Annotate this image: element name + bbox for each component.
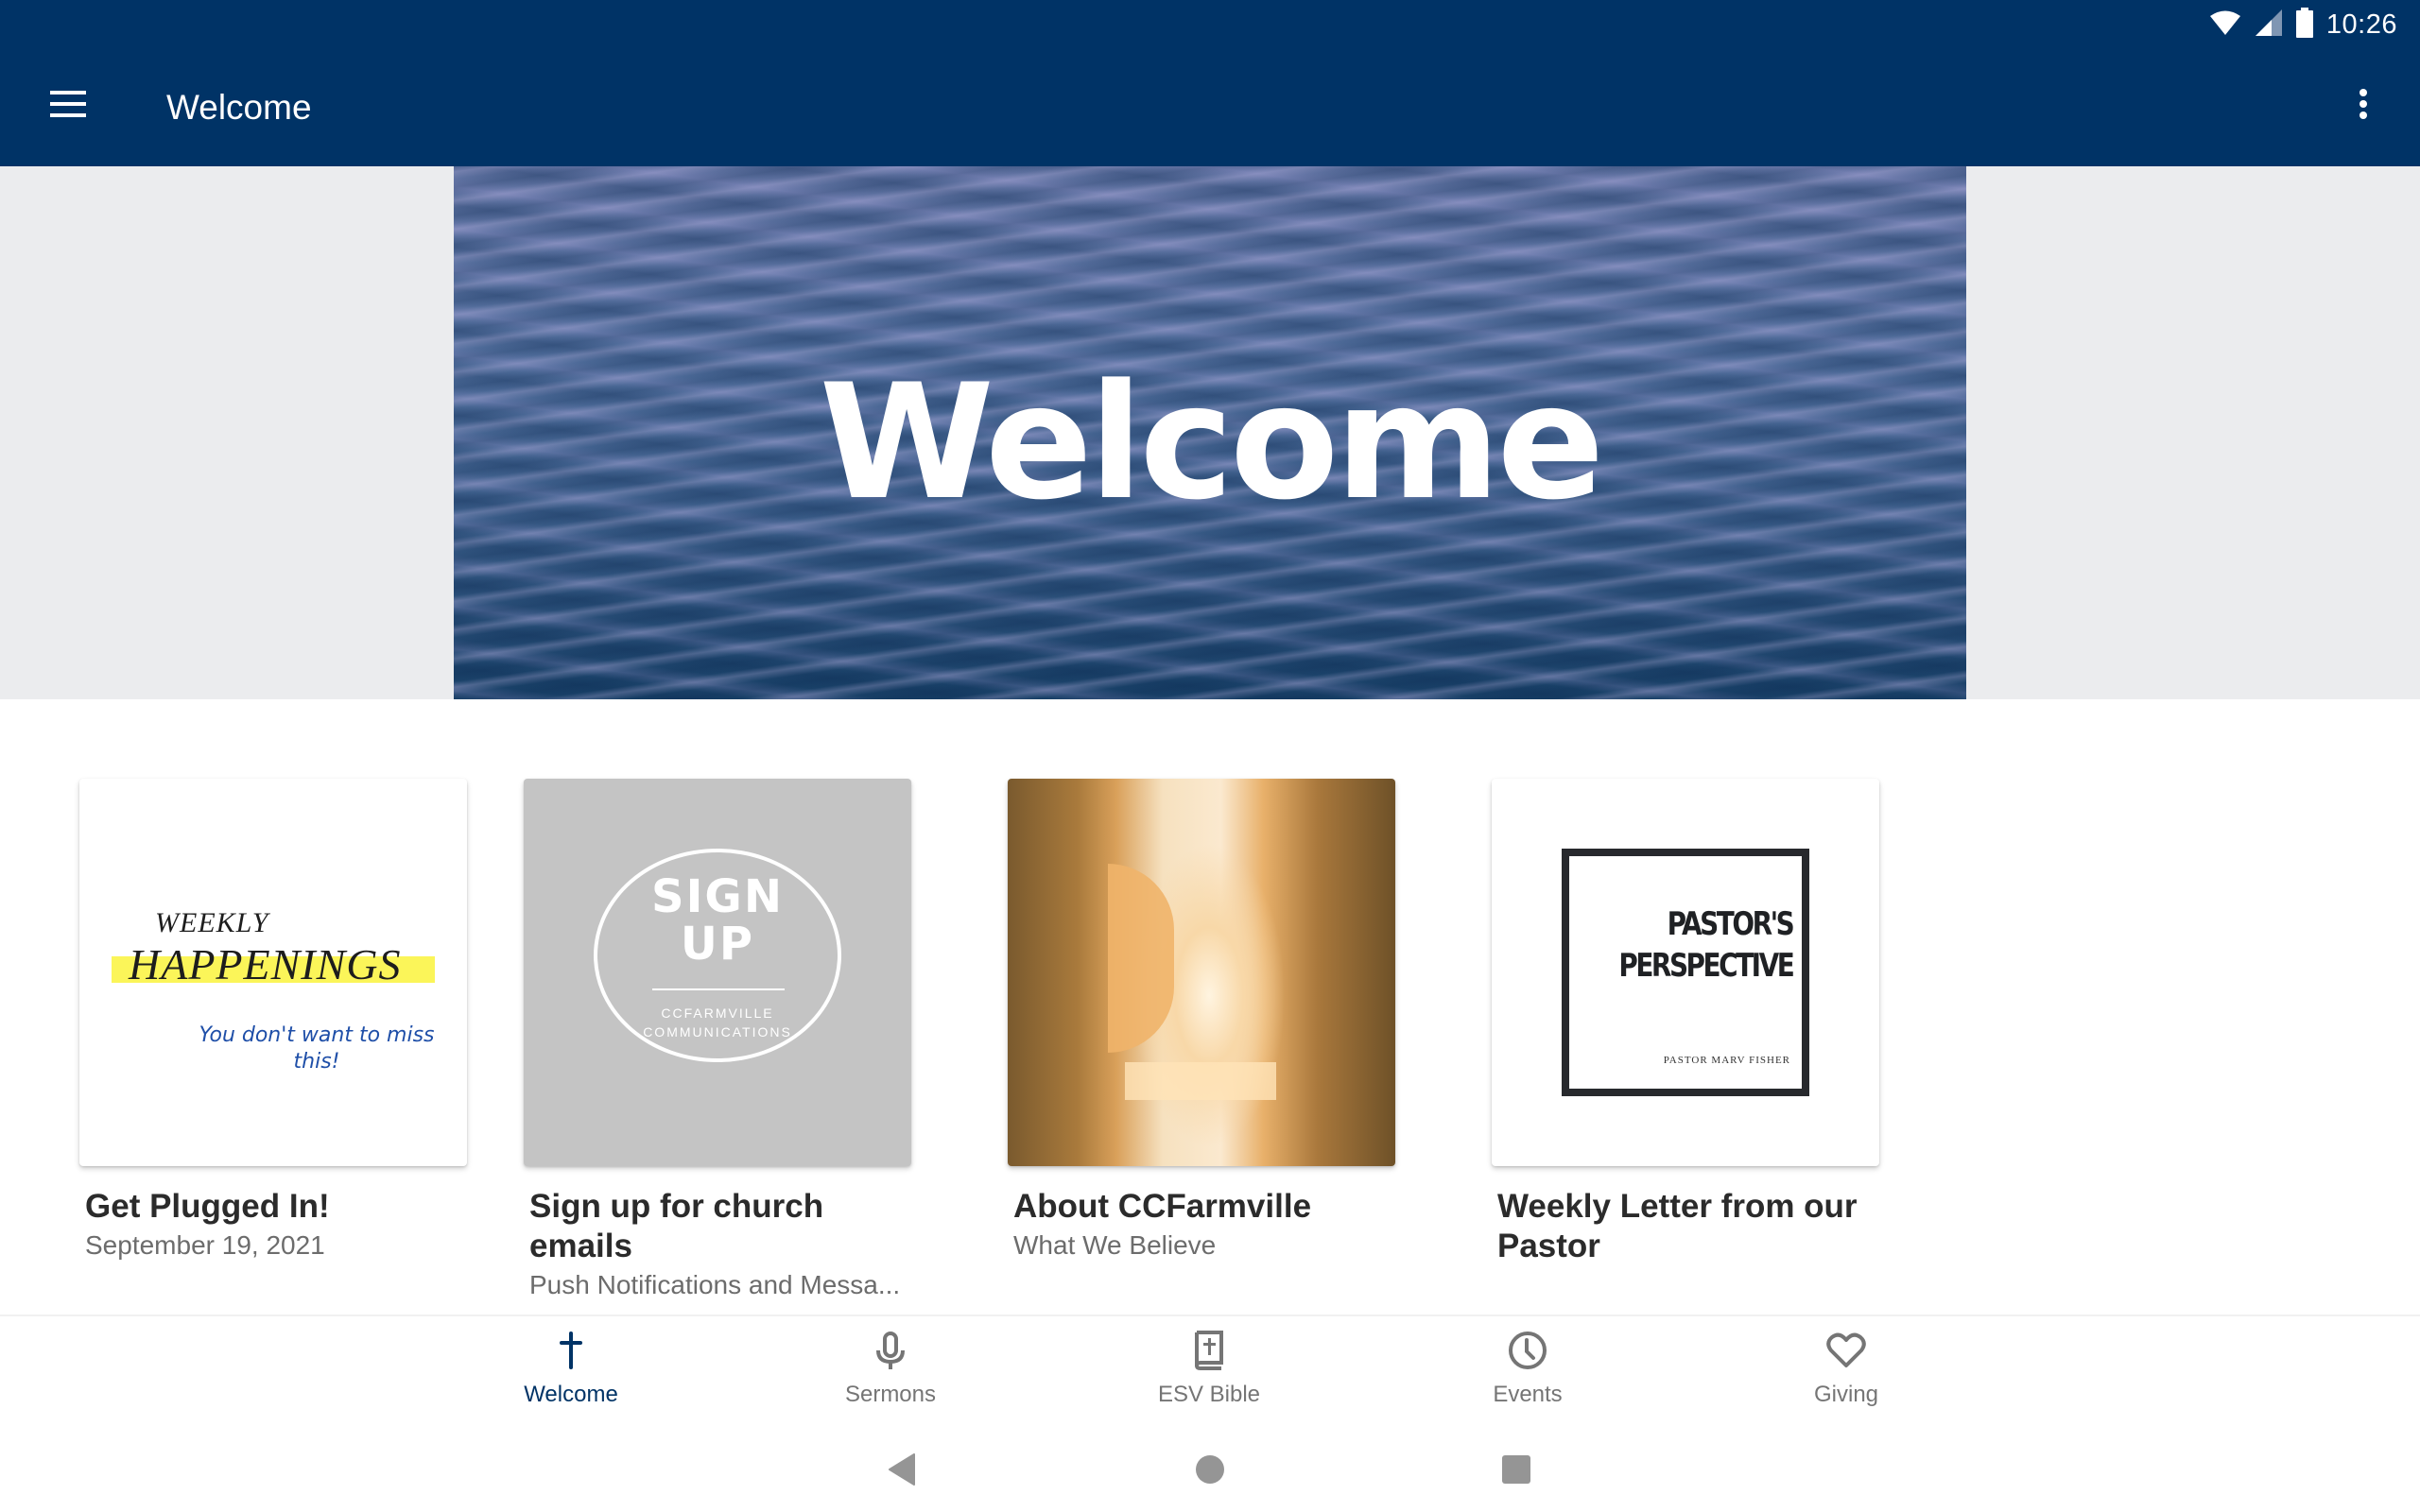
image-text-communications: CCFARMVILLE COMMUNICATIONS — [524, 1004, 911, 1041]
nav-tab-esv-bible[interactable]: ESV Bible — [1115, 1330, 1304, 1420]
clock-icon — [1507, 1330, 1548, 1371]
image-text-author: PASTOR MARV FISHER — [1663, 1055, 1790, 1066]
page-title: Welcome — [166, 88, 312, 127]
home-button[interactable] — [1187, 1449, 1233, 1494]
card-subtitle: Push Notifications and Messa... — [529, 1270, 901, 1299]
cross-icon — [550, 1330, 592, 1371]
system-navigation-bar — [0, 1428, 2420, 1512]
nav-label: Welcome — [524, 1382, 618, 1407]
card-get-plugged-in[interactable]: WEEKLY HAPPENINGS You don't want to miss… — [79, 779, 467, 1264]
hamburger-menu-icon — [50, 90, 86, 122]
heart-icon — [1825, 1330, 1867, 1371]
nav-tab-sermons[interactable]: Sermons — [796, 1330, 985, 1420]
hero-title: Welcome — [819, 350, 1605, 535]
image-text-happenings: HAPPENINGS — [129, 940, 402, 988]
nav-label: Events — [1493, 1382, 1563, 1407]
card-weekly-letter[interactable]: PASTOR'S PERSPECTIVE PASTOR MARV FISHER … — [1492, 779, 1879, 1266]
image-text-sign: SIGN — [651, 870, 784, 923]
tomb-light-shape — [1125, 1062, 1276, 1100]
nav-tab-giving[interactable]: Giving — [1752, 1330, 1941, 1420]
overflow-menu-button[interactable] — [2333, 76, 2394, 136]
image-text-up: UP — [680, 918, 755, 971]
card-title: Get Plugged In! — [85, 1188, 330, 1225]
image-text-ccfarmville: CCFARMVILLE — [661, 1005, 774, 1021]
card-image: SIGN UP CCFARMVILLE COMMUNICATIONS — [524, 779, 911, 1166]
wifi-icon — [2209, 9, 2241, 41]
status-icons: 10:26 — [2209, 6, 2397, 43]
card-subtitle: September 19, 2021 — [85, 1230, 325, 1260]
nav-label: Giving — [1813, 1382, 1879, 1407]
card-about[interactable]: About CCFarmville What We Believe — [1008, 779, 1395, 1264]
image-text-comm: COMMUNICATIONS — [643, 1024, 792, 1040]
hero-banner[interactable]: Welcome — [454, 166, 1966, 699]
cell-signal-icon — [2255, 9, 2283, 42]
tomb-stone-shape — [1108, 864, 1174, 1053]
status-bar: 10:26 — [0, 0, 2420, 49]
menu-button[interactable] — [38, 76, 98, 136]
card-subtitle: What We Believe — [1013, 1230, 1217, 1260]
divider — [652, 988, 785, 990]
nav-tab-events[interactable]: Events — [1433, 1330, 1622, 1420]
card-sign-up[interactable]: SIGN UP CCFARMVILLE COMMUNICATIONS Sign … — [524, 779, 911, 1304]
recents-button[interactable] — [1494, 1449, 1539, 1494]
nav-label: Sermons — [844, 1382, 937, 1407]
nav-label: ESV Bible — [1157, 1382, 1261, 1407]
more-vert-icon — [2359, 88, 2368, 125]
back-button[interactable] — [879, 1449, 925, 1494]
image-text-perspective: PERSPECTIVE — [1618, 947, 1794, 985]
image-text-weekly: WEEKLY — [155, 907, 269, 938]
recents-square-icon — [1502, 1454, 1530, 1488]
card-image: PASTOR'S PERSPECTIVE PASTOR MARV FISHER — [1492, 779, 1879, 1166]
status-time: 10:26 — [2325, 9, 2397, 40]
app-root: 10:26 Welcome Welcome WEEKLY HAPPENINGS … — [0, 0, 2420, 1512]
image-text-pastors-perspective: PASTOR'S PERSPECTIVE — [1618, 903, 1794, 987]
back-triangle-icon — [888, 1452, 916, 1490]
microphone-icon — [870, 1330, 911, 1371]
battery-icon — [2295, 7, 2313, 43]
bottom-navigation: Welcome Sermons ESV Bible Events Giving — [0, 1314, 2420, 1428]
bible-icon — [1188, 1330, 1230, 1371]
app-bar: Welcome — [0, 49, 2420, 166]
image-text-pastors: PASTOR'S — [1667, 905, 1794, 943]
card-title: About CCFarmville — [1013, 1188, 1312, 1225]
image-text-sign-up: SIGN UP — [524, 873, 911, 968]
nav-tab-welcome[interactable]: Welcome — [476, 1330, 666, 1420]
card-image: WEEKLY HAPPENINGS You don't want to miss… — [79, 779, 467, 1166]
card-title: Sign up for church emails — [529, 1188, 824, 1264]
card-title: Weekly Letter from our Pastor — [1497, 1188, 1858, 1264]
image-text-tagline: You don't want to miss this! — [199, 1023, 435, 1074]
home-circle-icon — [1195, 1454, 1225, 1489]
card-image-empty-tomb — [1008, 779, 1395, 1166]
